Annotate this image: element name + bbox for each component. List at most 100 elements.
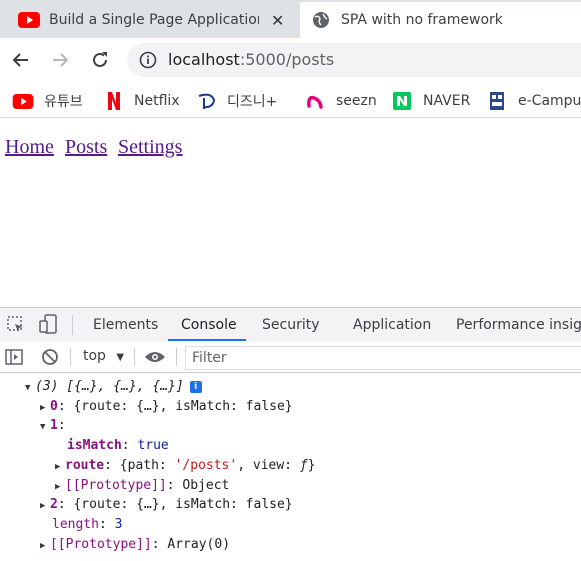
active-tab-indicator	[168, 339, 246, 341]
arrow-right-icon	[53, 53, 69, 67]
property-value: Object	[182, 478, 230, 493]
property-key: length	[52, 517, 99, 532]
sidebar-toggle-icon[interactable]	[5, 348, 23, 366]
netflix-icon	[108, 92, 120, 110]
ecampus-icon	[490, 92, 504, 110]
arrow-left-icon	[12, 53, 28, 67]
property-prototype-object[interactable]: ▶ [[Prototype]]: Object	[55, 478, 229, 498]
seezn-icon	[307, 95, 323, 109]
property-key: 0	[50, 399, 58, 414]
address-bar[interactable]: localhost:5000/posts	[127, 43, 581, 77]
bookmark-disney[interactable]: 디즈니+	[197, 90, 277, 112]
disney-plus-icon	[198, 93, 216, 109]
inspect-element-icon[interactable]	[7, 316, 25, 334]
device-toolbar-icon[interactable]	[39, 314, 59, 334]
site-info-icon[interactable]	[139, 51, 157, 69]
toolbar-divider	[72, 315, 73, 335]
console-output: ▼ (3) [{…}, {…}, {…}] i ▶ 0: {route: {…}, i…	[0, 373, 581, 561]
filter-box	[185, 346, 581, 370]
property-key: 2	[50, 497, 58, 512]
toolbar-divider	[176, 348, 177, 366]
bookmark-label: 디즈니+	[227, 94, 278, 110]
browser-tab-strip: Build a Single Page Application ✕ SPA wi…	[0, 0, 581, 38]
property-value: true	[137, 438, 169, 453]
caret-down-icon: ▼	[116, 352, 125, 363]
tab-title: SPA with no framework	[341, 12, 503, 28]
close-tab-icon[interactable]: ✕	[271, 11, 284, 30]
property-key: isMatch	[67, 438, 122, 453]
property-value: Array(0)	[167, 537, 231, 552]
youtube-icon	[12, 93, 34, 109]
bookmark-youtube[interactable]: 유튜브	[12, 90, 83, 112]
context-selector[interactable]: top ▼	[83, 348, 124, 364]
eye-icon[interactable]	[144, 350, 166, 364]
devtools-tab-bar: Elements Console Security Application Pe…	[0, 307, 581, 343]
back-button[interactable]	[7, 46, 35, 74]
console-entry-array[interactable]: ▼ (3) [{…}, {…}, {…}] i	[25, 379, 202, 399]
url-host: localhost	[168, 50, 240, 69]
console-toolbar: top ▼	[0, 342, 581, 373]
toolbar-divider	[134, 348, 135, 366]
collapsed-triangle-icon[interactable]: ▶	[55, 482, 65, 492]
property-route[interactable]: ▶ route: {path: '/posts', view: ƒ}	[55, 458, 316, 478]
property-key: [[Prototype]]	[65, 478, 167, 493]
bookmarks-bar: 유튜브 Netflix 디즈니+ seezn NAVER e-Campus	[0, 84, 581, 118]
bookmark-seezn[interactable]: seezn	[306, 90, 377, 112]
bookmark-label: NAVER	[423, 93, 471, 109]
property-value: {route: {…}, isMatch: false}	[73, 399, 293, 414]
property-ismatch: isMatch: true	[67, 438, 169, 453]
property-key: [[Prototype]]	[50, 537, 152, 552]
tab-elements[interactable]: Elements	[93, 317, 158, 333]
collapsed-triangle-icon[interactable]: ▶	[40, 541, 50, 551]
route-open: {path:	[119, 458, 175, 473]
tab-title: Build a Single Page Application	[49, 12, 259, 28]
browser-tab-spa-no-framework[interactable]: SPA with no framework	[300, 2, 581, 38]
route-path-value: '/posts'	[174, 458, 238, 473]
property-value: 3	[114, 517, 123, 532]
nav-link-posts[interactable]: Posts	[65, 136, 107, 159]
toolbar-divider	[70, 348, 71, 366]
bookmark-label: Netflix	[134, 93, 180, 109]
youtube-icon	[18, 12, 40, 28]
property-value: {route: {…}, isMatch: false}	[73, 497, 293, 512]
property-prototype-array[interactable]: ▶ [[Prototype]]: Array(0)	[40, 537, 230, 557]
bookmark-naver[interactable]: NAVER	[393, 90, 470, 112]
collapsed-triangle-icon[interactable]: ▶	[40, 501, 50, 511]
url-text: localhost:5000/posts	[168, 50, 334, 69]
array-item-1[interactable]: ▼ 1:	[40, 418, 66, 438]
property-key: 1	[50, 418, 58, 433]
clear-console-icon[interactable]	[41, 348, 59, 366]
nav-link-home[interactable]: Home	[5, 136, 54, 159]
browser-toolbar: localhost:5000/posts	[0, 38, 581, 84]
expanded-triangle-icon[interactable]: ▼	[25, 383, 35, 393]
bookmark-label: 유튜브	[44, 94, 83, 110]
browser-tab-build-spa[interactable]: Build a Single Page Application ✕	[0, 2, 300, 38]
reload-button[interactable]	[86, 46, 114, 74]
tab-console[interactable]: Console	[181, 317, 237, 333]
tab-performance-insights[interactable]: Performance insights	[456, 317, 581, 333]
bookmark-netflix[interactable]: Netflix	[107, 90, 180, 112]
array-item-2[interactable]: ▶ 2: {route: {…}, isMatch: false}	[40, 497, 293, 517]
forward-button[interactable]	[46, 46, 74, 74]
property-key: route	[65, 458, 105, 473]
property-length: length: 3	[52, 517, 123, 532]
nav-link-settings[interactable]: Settings	[118, 136, 182, 159]
bookmark-label: seezn	[336, 93, 377, 109]
tab-security[interactable]: Security	[262, 317, 320, 333]
globe-icon	[313, 12, 329, 28]
collapsed-triangle-icon[interactable]: ▶	[55, 462, 65, 472]
reload-icon	[93, 52, 107, 67]
expanded-triangle-icon[interactable]: ▼	[40, 422, 50, 432]
naver-icon	[393, 92, 411, 110]
route-view-key: , view:	[237, 458, 300, 473]
route-close: }	[307, 458, 316, 473]
filter-input[interactable]	[186, 348, 572, 368]
array-item-0[interactable]: ▶ 0: {route: {…}, isMatch: false}	[40, 399, 293, 419]
collapsed-triangle-icon[interactable]: ▶	[40, 403, 50, 413]
page-viewport: Home Posts Settings	[0, 118, 581, 307]
context-selector-value: top	[83, 348, 106, 364]
tab-application[interactable]: Application	[353, 317, 431, 333]
array-summary: (3) [{…}, {…}, {…}]	[35, 379, 184, 394]
url-path: :5000/posts	[239, 50, 335, 69]
bookmark-ecampus[interactable]: e-Campus	[489, 90, 581, 112]
